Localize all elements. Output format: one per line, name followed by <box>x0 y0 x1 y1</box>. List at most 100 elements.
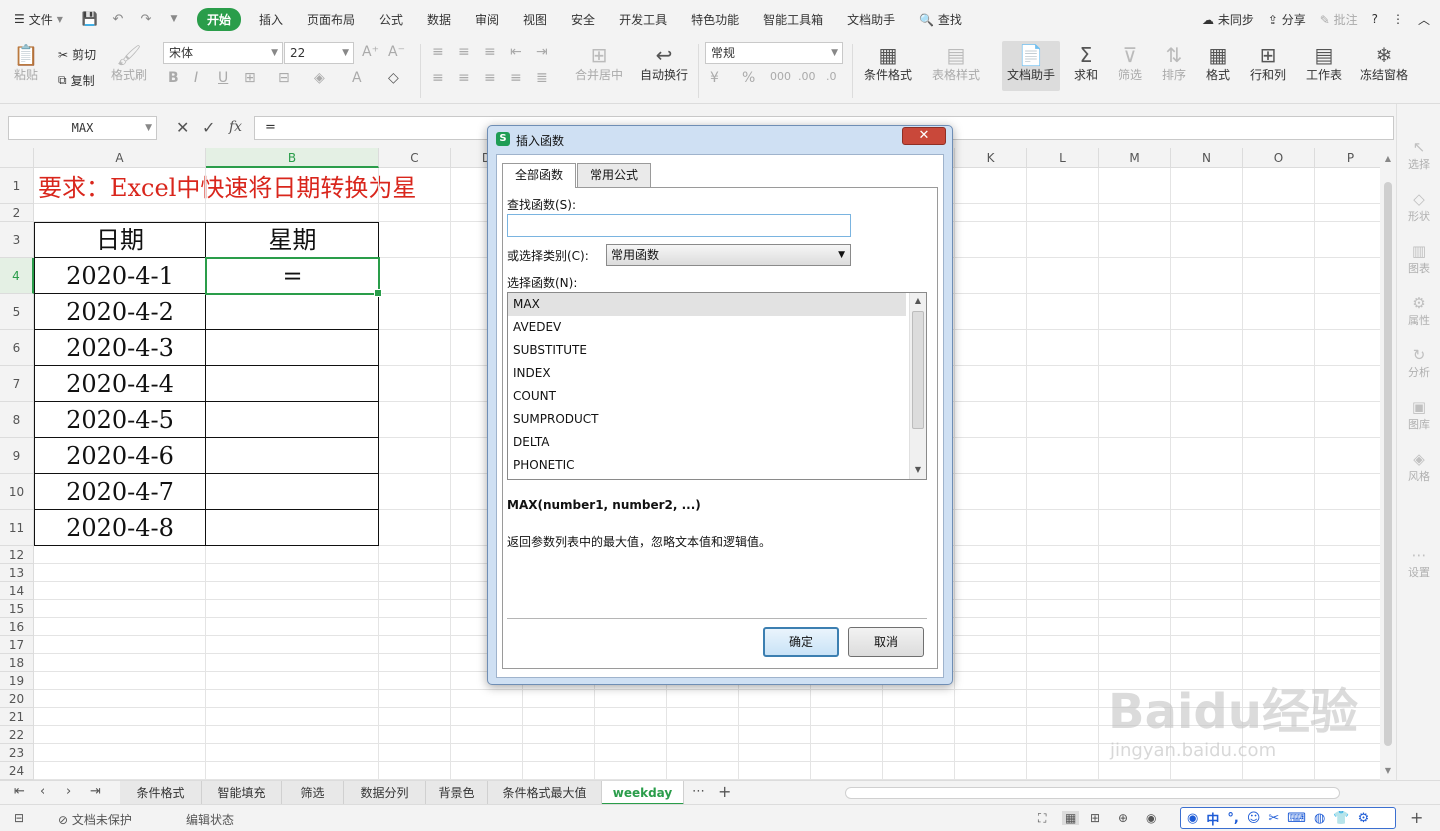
paste-button[interactable]: 📋 粘贴 <box>8 44 44 83</box>
column-header[interactable]: P <box>1315 148 1380 168</box>
sort-button[interactable]: ⇅ 排序 <box>1156 44 1192 83</box>
scroll-down-icon[interactable]: ▼ <box>910 465 926 474</box>
comment-button[interactable]: ✎ 批注 <box>1320 11 1358 28</box>
side-panel-item[interactable]: ▥ 图表 <box>1397 242 1440 276</box>
tab-all-functions[interactable]: 全部函数 <box>502 163 577 188</box>
sheet-tab[interactable]: 数据分列 <box>344 781 426 805</box>
function-list-item[interactable]: DELTA <box>508 431 906 454</box>
align-bottom-icon[interactable]: ≡ <box>484 44 496 60</box>
doc-assistant-button[interactable]: 📄 文档助手 <box>1004 44 1058 83</box>
scrollbar-thumb[interactable] <box>912 311 924 429</box>
select-all-corner[interactable] <box>0 148 34 168</box>
align-middle-icon[interactable]: ≡ <box>458 44 470 60</box>
align-right-icon[interactable]: ≡ <box>484 70 496 86</box>
normal-view-icon[interactable]: ▦ <box>1062 811 1080 825</box>
vertical-scrollbar[interactable]: ▲ ▼ <box>1380 148 1396 780</box>
date-cell[interactable]: 2020-4-5 <box>34 402 206 438</box>
ok-button[interactable]: 确定 <box>763 627 839 657</box>
quick-access-dropdown-icon[interactable]: ▼ <box>163 14 185 24</box>
fx-icon[interactable]: fx <box>229 119 242 135</box>
date-cell[interactable]: 2020-4-6 <box>34 438 206 474</box>
scroll-up-icon[interactable]: ▲ <box>910 296 926 305</box>
weekday-header-cell[interactable]: 星期 <box>206 222 379 258</box>
freeze-button[interactable]: ❄ 冻结窗格 <box>1356 44 1412 83</box>
row-header[interactable]: 21 <box>0 708 34 726</box>
row-header[interactable]: 1 <box>0 168 34 204</box>
row-header[interactable]: 7 <box>0 366 34 402</box>
sheet-tab[interactable]: weekday <box>602 781 684 805</box>
cancel-icon[interactable]: ✕ <box>176 118 189 137</box>
row-header[interactable]: 19 <box>0 672 34 690</box>
thousands-icon[interactable]: 000 <box>770 70 791 83</box>
fill-color-icon[interactable]: ◈ <box>314 70 325 86</box>
ime-toolbar[interactable]: ◉ 中 °, ☺ ✂ ⌨ ◍ 👕 ⚙ <box>1180 807 1396 829</box>
format-painter-button[interactable]: 🖌 格式刷 <box>108 44 150 83</box>
menu-tab[interactable]: 智能工具箱 <box>751 11 835 28</box>
format-button[interactable]: ▦ 格式 <box>1200 44 1236 83</box>
align-top-icon[interactable]: ≡ <box>432 44 444 60</box>
cut-button[interactable]: ✂ 剪切 <box>58 46 96 63</box>
more-icon[interactable]: ⋮ <box>1392 12 1404 26</box>
row-header[interactable]: 5 <box>0 294 34 330</box>
increase-decimal-icon[interactable]: .00 <box>798 70 816 83</box>
page-break-view-icon[interactable]: ⊞ <box>1090 811 1100 825</box>
first-sheet-icon[interactable]: ⇤ <box>14 784 25 799</box>
increase-font-icon[interactable]: A⁺ <box>362 44 379 60</box>
search-function-input[interactable] <box>507 214 851 237</box>
function-list[interactable]: MAX AVEDEV SUBSTITUTE INDEX COUNT SUMPRODUCT D… <box>507 292 927 480</box>
collapse-ribbon-icon[interactable]: ︿ <box>1418 11 1430 28</box>
share-button[interactable]: ⇪ 分享 <box>1268 11 1306 28</box>
table-style-button[interactable]: ▤ 表格样式 <box>926 44 986 83</box>
file-menu[interactable]: ☰ 文件 ▼ <box>0 11 73 28</box>
fullscreen-icon[interactable]: ⛶ <box>1038 811 1046 826</box>
conditional-format-button[interactable]: ▦ 条件格式 <box>858 44 918 83</box>
italic-icon[interactable]: I <box>194 70 198 86</box>
side-panel-item[interactable]: ↖ 选择 <box>1397 138 1440 172</box>
column-header[interactable]: L <box>1027 148 1099 168</box>
row-header[interactable]: 4 <box>0 258 34 294</box>
redo-icon[interactable]: ↷ <box>135 12 157 27</box>
more-sheets-icon[interactable]: ⋯ <box>692 784 705 799</box>
scroll-up-icon[interactable]: ▲ <box>1380 154 1396 163</box>
sheet-tab[interactable]: 条件格式 <box>120 781 202 805</box>
menu-tab[interactable]: 公式 <box>367 11 415 28</box>
sheet-tab[interactable]: 背景色 <box>426 781 488 805</box>
close-button[interactable]: ✕ <box>902 127 946 145</box>
column-header[interactable]: C <box>379 148 451 168</box>
row-header[interactable]: 20 <box>0 690 34 708</box>
number-format-select[interactable]: 常规 ▼ <box>705 42 843 64</box>
row-header[interactable]: 13 <box>0 564 34 582</box>
column-header[interactable]: O <box>1243 148 1315 168</box>
next-sheet-icon[interactable]: › <box>66 784 71 799</box>
row-header[interactable]: 16 <box>0 618 34 636</box>
menu-tab[interactable]: 插入 <box>247 11 295 28</box>
column-header[interactable]: K <box>955 148 1027 168</box>
indent-increase-icon[interactable]: ⇥ <box>536 44 548 60</box>
border-icon[interactable]: ⊞ <box>244 70 256 86</box>
decrease-decimal-icon[interactable]: .0 <box>826 70 837 83</box>
sheet-tab[interactable]: 筛选 <box>282 781 344 805</box>
function-list-item[interactable]: AVEDEV <box>508 316 906 339</box>
function-list-item[interactable]: SUBSTITUTE <box>508 339 906 362</box>
side-panel-item[interactable]: ⋯ 设置 <box>1397 546 1440 580</box>
filter-button[interactable]: ⊽ 筛选 <box>1112 44 1148 83</box>
reading-mode-icon[interactable]: ◉ <box>1146 811 1156 825</box>
last-sheet-icon[interactable]: ⇥ <box>90 784 101 799</box>
menu-tab[interactable]: 审阅 <box>463 11 511 28</box>
row-header[interactable]: 14 <box>0 582 34 600</box>
column-header[interactable]: B <box>206 148 379 168</box>
align-left-icon[interactable]: ≡ <box>432 70 444 86</box>
column-header[interactable]: N <box>1171 148 1243 168</box>
function-list-item[interactable]: SUMPRODUCT <box>508 408 906 431</box>
date-cell[interactable]: 2020-4-8 <box>34 510 206 546</box>
date-cell[interactable]: 2020-4-2 <box>34 294 206 330</box>
scrollbar-thumb[interactable] <box>1384 182 1392 746</box>
cancel-button[interactable]: 取消 <box>848 627 924 657</box>
side-panel-item[interactable]: ↻ 分析 <box>1397 346 1440 380</box>
clear-format-icon[interactable]: ◇ <box>388 70 399 86</box>
worksheet-button[interactable]: ▤ 工作表 <box>1300 44 1348 83</box>
menu-tab[interactable]: 开发工具 <box>607 11 679 28</box>
function-list-item[interactable]: PHONETIC <box>508 454 906 477</box>
menu-tab[interactable]: 安全 <box>559 11 607 28</box>
justify-icon[interactable]: ≡ <box>510 70 522 86</box>
